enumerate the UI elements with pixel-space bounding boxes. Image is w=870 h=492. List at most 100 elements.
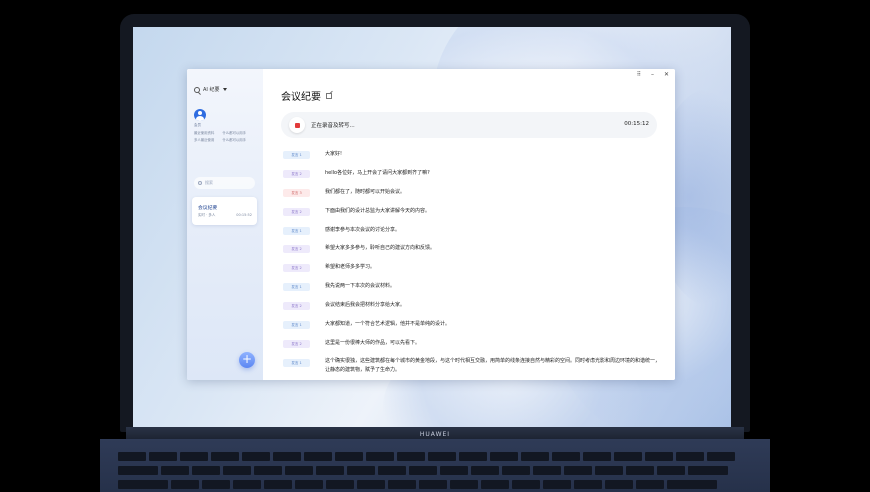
key [285,466,313,475]
key [202,480,230,489]
key [707,452,735,461]
key [223,466,251,475]
key [161,466,189,475]
key [533,466,561,475]
key [490,452,518,461]
app-label: AI 纪要 [203,87,220,93]
speaker-tag[interactable]: 发言 1 [283,321,310,330]
speaker-tag[interactable]: 发言 2 [283,169,310,178]
speaker-tag[interactable]: 发言 2 [283,264,310,273]
transcript-text: 感谢李参与本次会议的讨论分享。 [325,226,401,233]
key [242,452,270,461]
app-switcher[interactable]: AI 纪要 [194,86,227,93]
add-button[interactable]: + [239,352,255,368]
speaker-tag[interactable]: 发言 1 [283,151,310,159]
avatar[interactable] [194,109,206,121]
key [273,452,301,461]
key [605,480,633,489]
info-value: 什么都可以用手 [222,138,247,142]
transcript-text: 这里是一份很棒大师的作品，可以先看下。 [325,339,421,346]
stop-recording-button[interactable] [289,117,305,133]
chevron-down-icon [222,88,227,91]
key [378,466,406,475]
transcript-row: 发言 2 这里是一份很棒大师的作品，可以先看下。 [283,338,663,357]
key [521,452,549,461]
main-panel: ⠿ – ✕ 会议纪要 正在录音及转写... 00:15:12 发言 1 大家好! 发… [263,69,675,380]
transcript-text: 大家都知道，一个符合艺术逻辑，他并不是单纯的设计。 [325,321,451,328]
transcript-list: 发言 1 大家好! 发言 2 hello各位好，马上开会了请问大家都到齐了嘛? 发言 3… [283,149,663,376]
key [471,466,499,475]
key [357,480,385,489]
speaker-tag[interactable]: 发言 2 [283,207,310,216]
key [347,466,375,475]
transcript-row: 发言 1 我先说两一下本次的会议材料。 [283,281,663,300]
transcript-text: 我们都在了，随时都可以开始会议。 [325,188,406,195]
keyboard-row [118,480,717,489]
sidebar: AI 纪要 会员 最近使用资料 什么都可以用手 多人最近使用 什么都可以用手 搜… [187,69,263,380]
key [583,452,611,461]
transcript-text: 希望和老师多多学习。 [325,264,376,271]
key [595,466,623,475]
layout-button[interactable]: ⠿ [637,71,641,78]
open-external-icon[interactable] [326,92,332,99]
key [564,466,592,475]
transcript-row: 发言 1 感谢李参与本次会议的讨论分享。 [283,225,663,244]
card-subtitle: 实时 · 多人 [198,213,216,217]
key [388,480,416,489]
user-name: 会员 [194,123,201,127]
key [254,466,282,475]
search-icon [198,181,202,185]
speaker-tag[interactable]: 发言 1 [283,226,310,235]
speaker-tag[interactable]: 发言 1 [283,283,310,292]
key [502,466,530,475]
key [335,452,363,461]
speaker-tag[interactable]: 发言 3 [283,188,310,197]
recording-bar: 正在录音及转写... 00:15:12 [281,112,657,138]
key [688,466,728,475]
transcript-row: 发言 2 会议结束后我会把材料分享给大家。 [283,300,663,319]
transcript-text: hello各位好，马上开会了请问大家都到齐了嘛? [325,169,430,176]
speaker-tag[interactable]: 发言 1 [283,358,310,367]
info-label: 多人最近使用 [194,138,215,142]
minimize-button[interactable]: – [651,71,654,78]
key [657,466,685,475]
key [667,480,717,489]
key [428,452,456,461]
key [645,452,673,461]
key [180,452,208,461]
speaker-tag[interactable]: 发言 2 [283,245,310,254]
search-placeholder: 搜索 [205,180,213,185]
key [192,466,220,475]
sidebar-item-meeting-notes[interactable]: 会议纪要 实时 · 多人 00:15:52 [192,197,257,225]
key [211,452,239,461]
search-input[interactable]: 搜索 [194,177,255,189]
transcript-row: 发言 2 希望大家多多参与，聆听自己的建议方向和反馈。 [283,243,663,262]
transcript-text: 会议结束后我会把材料分享给大家。 [325,302,406,309]
key [118,466,158,475]
transcript-text: 大家好! [325,151,343,157]
key [295,480,323,489]
key [171,480,199,489]
key [326,480,354,489]
key [450,480,478,489]
transcript-row: 发言 1 大家都知道，一个符合艺术逻辑，他并不是单纯的设计。 [283,319,663,338]
speaker-tag[interactable]: 发言 2 [283,302,310,311]
transcript-row: 发言 3 我们都在了，随时都可以开始会议。 [283,187,663,206]
key [233,480,261,489]
key [440,466,468,475]
key [419,480,447,489]
brand-label: HUAWEI [419,431,451,438]
key [543,480,571,489]
screen: AI 纪要 会员 最近使用资料 什么都可以用手 多人最近使用 什么都可以用手 搜… [133,27,731,427]
recording-status: 正在录音及转写... [311,123,355,129]
speaker-tag[interactable]: 发言 2 [283,339,310,348]
key [626,466,654,475]
key [574,480,602,489]
close-button[interactable]: ✕ [664,71,669,78]
transcript-row: 发言 2 希望和老师多多学习。 [283,262,663,281]
key [118,480,168,489]
key [459,452,487,461]
key [118,452,146,461]
key [366,452,394,461]
key [636,480,664,489]
